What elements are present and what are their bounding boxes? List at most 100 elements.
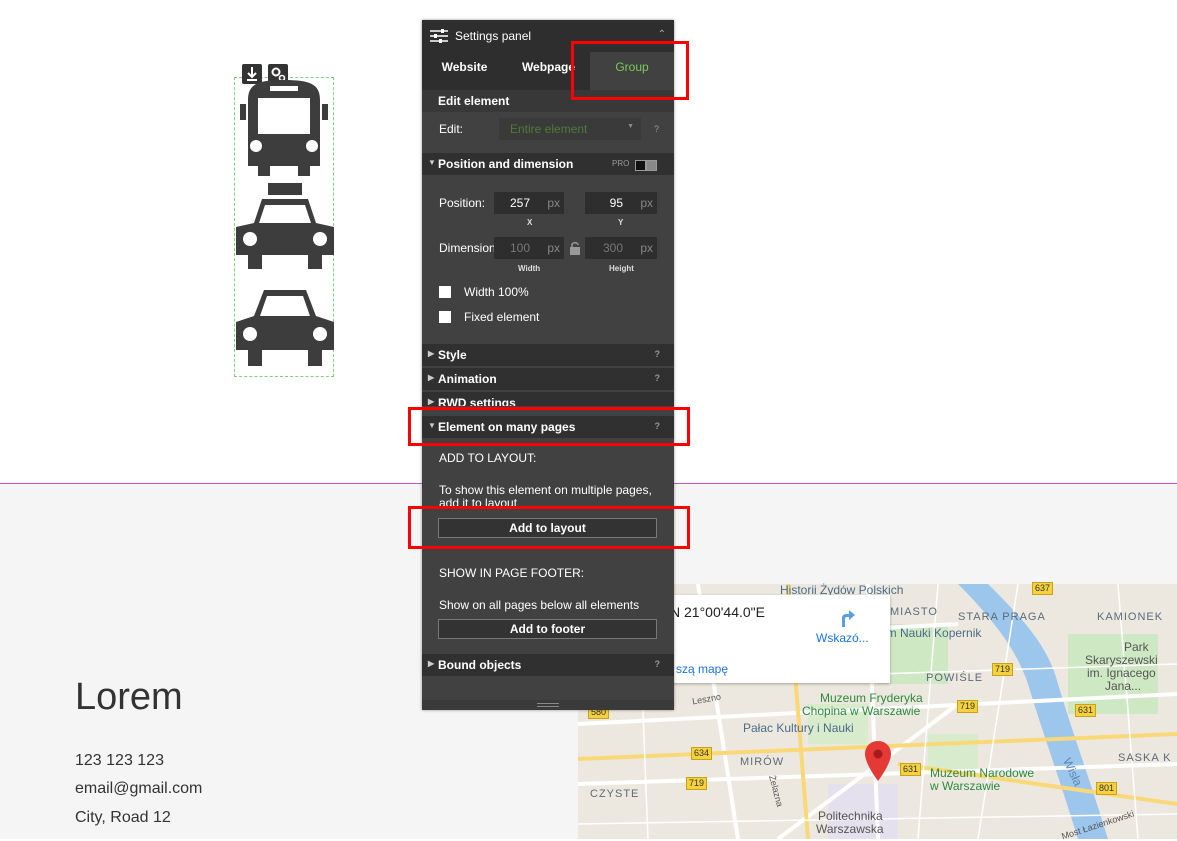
bigger-map-link[interactable]: szą mapę [676, 662, 728, 676]
fixed-element-checkbox[interactable] [439, 311, 451, 323]
width100-checkbox[interactable] [439, 286, 451, 298]
road-shield: 631 [1075, 704, 1097, 717]
caret-right-icon: ▶ [428, 349, 435, 358]
caret-right-icon: ▶ [428, 373, 435, 382]
highlight-box-group-tab [571, 41, 689, 100]
map-label: im. Ignacego [1087, 666, 1156, 680]
help-icon[interactable]: ? [655, 373, 661, 383]
section-style[interactable]: ▶ Style ? [422, 344, 674, 366]
edit-dropdown[interactable]: Entire element ▼ [499, 118, 641, 140]
width-caption: Width [518, 264, 541, 273]
map-coordinates: N 21°00'44.0"E [670, 604, 765, 620]
footer-heading: Lorem [75, 676, 183, 718]
map-label: SASKA K [1118, 752, 1172, 764]
section-title: RWD settings [438, 396, 516, 406]
directions-link[interactable]: Wskazó... [816, 631, 869, 645]
map-label: Muzeum Narodowe [930, 766, 1035, 780]
map-label: MIASTO [890, 606, 938, 618]
car-icon[interactable] [234, 288, 336, 368]
caret-down-icon: ▼ [428, 158, 436, 167]
section-title: Position and dimension [438, 157, 574, 171]
fixed-element-label: Fixed element [464, 310, 540, 324]
chevron-up-icon[interactable]: ⌃ [658, 29, 666, 40]
map-label: Politechnika [818, 809, 883, 823]
y-caption: Y [618, 218, 624, 227]
pro-label: PRO [612, 159, 630, 168]
directions-icon[interactable] [834, 606, 856, 628]
edit-dropdown-value: Entire element [510, 122, 588, 136]
caret-right-icon: ▶ [428, 397, 435, 406]
add-to-footer-button[interactable]: Add to footer [438, 619, 657, 639]
add-layout-text: To show this element on multiple pages, [439, 483, 652, 497]
taxi-icon[interactable] [234, 183, 336, 271]
highlight-box-many-pages [408, 407, 690, 446]
map-label: Pałac Kultury i Nauki [743, 721, 854, 735]
input-value: 95 [609, 196, 623, 210]
help-icon[interactable]: ? [654, 124, 659, 134]
caret-right-icon: ▶ [428, 659, 435, 668]
highlight-box-add-layout [408, 506, 690, 549]
position-y-input[interactable]: 95 px [585, 192, 657, 214]
width-input[interactable]: 100 px [494, 237, 564, 259]
map-label: um Nauki Kopernik [880, 626, 982, 640]
help-icon[interactable]: ? [655, 659, 661, 669]
contact-phone: 123 123 123 [75, 752, 164, 769]
contact-address: City, Road 12 [75, 809, 171, 826]
unit-label: px [640, 196, 653, 210]
unit-label: px [547, 196, 560, 210]
x-caption: X [527, 218, 533, 227]
section-rwd[interactable]: ▶ RWD settings [422, 392, 674, 406]
map-label: KAMIONEK [1097, 611, 1164, 623]
section-animation[interactable]: ▶ Animation ? [422, 368, 674, 390]
footer-text: Show on all pages below all elements [439, 598, 640, 612]
bus-icon[interactable] [240, 78, 328, 178]
sliders-icon [430, 29, 448, 43]
road-shield: 631 [900, 763, 922, 776]
pro-toggle[interactable] [646, 160, 657, 171]
position-label: Position: [439, 196, 486, 210]
section-bound-objects[interactable]: ▶ Bound objects ? [422, 654, 674, 676]
section-title: Style [438, 348, 467, 362]
map-label: Chopina w Warszawie [802, 704, 921, 718]
road-shield: 801 [1096, 782, 1118, 795]
map-label: POWIŚLE [926, 672, 984, 684]
road-shield: 634 [691, 747, 713, 760]
road-shield: 637 [1032, 582, 1054, 595]
edit-label: Edit: [439, 122, 464, 136]
position-x-input[interactable]: 257 px [494, 192, 564, 214]
tab-website[interactable]: Website [422, 52, 507, 90]
map-label: Warszawska [816, 822, 884, 836]
panel-title: Settings panel [455, 29, 532, 43]
pro-toggle[interactable] [635, 160, 646, 171]
height-input[interactable]: 300 px [585, 237, 657, 259]
map-label: STARA PRAGA [958, 611, 1046, 623]
panel-resize-handle[interactable] [422, 700, 674, 710]
map-label: Muzeum Fryderyka [820, 691, 923, 705]
lock-icon[interactable] [569, 241, 581, 255]
road-shield: 719 [957, 700, 979, 713]
unit-label: px [547, 241, 560, 255]
section-title: Edit element [438, 94, 510, 108]
footer-heading-label: SHOW IN PAGE FOOTER: [439, 566, 585, 580]
help-icon[interactable]: ? [655, 349, 661, 359]
map-label: Park [1124, 640, 1149, 654]
map-label: CZYSTE [590, 788, 640, 800]
add-layout-heading: ADD TO LAYOUT: [439, 451, 537, 465]
input-value: 300 [602, 241, 623, 255]
map-pin-icon[interactable] [865, 741, 891, 781]
road-shield: 719 [992, 663, 1014, 676]
map-label: MIRÓW [740, 756, 785, 768]
unit-label: px [640, 241, 653, 255]
width100-label: Width 100% [464, 285, 529, 299]
height-caption: Height [609, 264, 634, 273]
road-shield: 719 [686, 777, 708, 790]
map-label: Jana... [1105, 679, 1142, 693]
map-label: w Warszawie [930, 779, 1001, 793]
input-value: 257 [509, 196, 530, 210]
dimension-label: Dimension: [439, 241, 500, 255]
add-layout-text: add it to layout [439, 496, 518, 506]
section-title: Animation [438, 372, 497, 386]
contact-email: email@gmail.com [75, 780, 203, 797]
caret-down-icon: ▼ [627, 123, 634, 130]
section-title: Bound objects [438, 658, 522, 672]
